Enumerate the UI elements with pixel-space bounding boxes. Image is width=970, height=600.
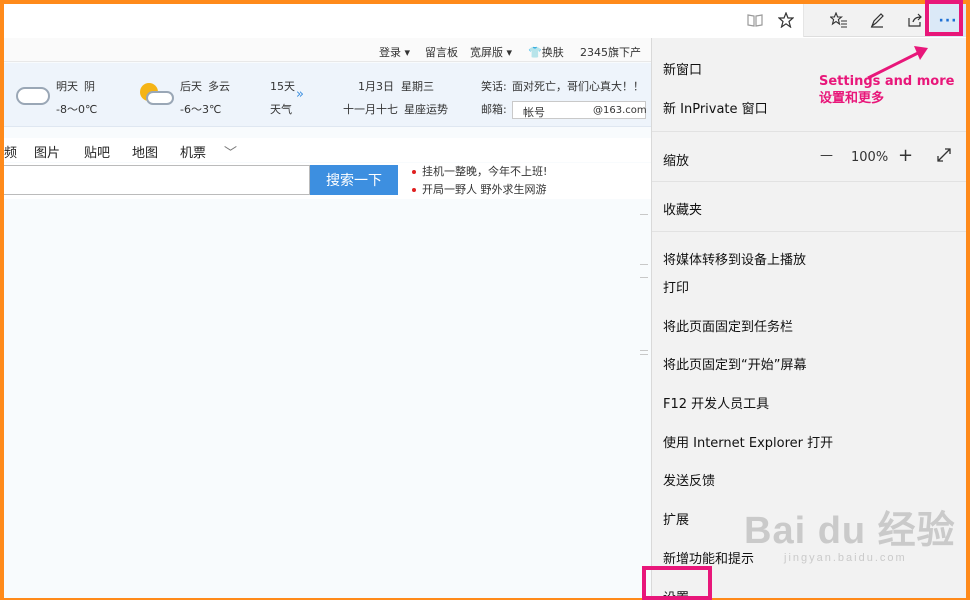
chevron-down-icon[interactable]: ﹀ <box>224 142 237 161</box>
day2-condition: 多云 <box>208 80 230 93</box>
address-bar[interactable] <box>4 4 804 37</box>
search-input[interactable] <box>4 165 310 195</box>
weekday: 星期三 <box>401 80 434 93</box>
search-category-nav: 频 图片 贴吧 地图 机票 ﹀ <box>4 138 651 162</box>
web-page: 登录 ▾ 留言板 宽屏版 ▾ 👕换肤 2345旗下产品 明天 阴 -8～0℃ 后… <box>4 38 651 598</box>
annotation-label: Settings and more 设置和更多 <box>819 74 955 106</box>
fullscreen-icon[interactable] <box>936 147 952 167</box>
search-button[interactable]: 搜索一下 <box>310 165 398 195</box>
tab-partial[interactable]: 频 <box>4 142 17 161</box>
day1-temp: -8～0℃ <box>56 103 98 116</box>
menu-item-print[interactable]: 打印 <box>663 277 689 296</box>
partly-cloudy-icon <box>146 91 174 105</box>
book-icon[interactable] <box>744 9 766 31</box>
menu-item-favorites[interactable]: 收藏夹 <box>663 199 702 218</box>
zoom-label: 缩放 <box>663 154 690 169</box>
hot-link-2[interactable]: 开局一野人 野外求生网游 <box>412 181 547 197</box>
share-icon[interactable] <box>904 9 926 31</box>
tab-tieba[interactable]: 贴吧 <box>84 142 110 161</box>
mail-account-field[interactable]: 帐号 @163.com <box>512 101 647 119</box>
tab-tickets[interactable]: 机票 <box>180 142 206 161</box>
search-row: 搜索一下 挂机一整晚，今年不上班! 开局一野人 野外求生网游 <box>4 163 651 199</box>
zoom-value: 100% <box>851 150 889 165</box>
forecast-days[interactable]: 15天 <box>270 78 295 94</box>
widescreen-link[interactable]: 宽屏版 ▾ <box>470 44 512 60</box>
zoom-out-button[interactable]: — <box>820 148 833 163</box>
tab-map[interactable]: 地图 <box>132 142 158 161</box>
horoscope-link[interactable]: 星座运势 <box>404 101 448 117</box>
hot-link-1[interactable]: 挂机一整晚，今年不上班! <box>412 163 547 179</box>
day2-temp: -6～3℃ <box>180 103 222 116</box>
day2-label: 后天 <box>180 80 202 93</box>
zoom-in-button[interactable]: + <box>898 145 913 166</box>
settings-item-highlight <box>642 566 712 600</box>
joke-link[interactable]: 面对死亡，哥们心真大！！ <box>512 78 644 94</box>
menu-item-cast[interactable]: 将媒体转移到设备上播放 <box>663 249 806 268</box>
menu-item-devtools[interactable]: F12 开发人员工具 <box>663 393 769 412</box>
double-chevron-icon[interactable]: » <box>296 87 304 102</box>
menu-item-feedback[interactable]: 发送反馈 <box>663 470 715 489</box>
favorites-list-icon[interactable] <box>828 9 850 31</box>
cloud-icon <box>16 87 50 105</box>
joke-label: 笑话: <box>481 80 507 93</box>
day1-label: 明天 <box>56 80 78 93</box>
star-icon[interactable] <box>775 9 797 31</box>
menu-item-whats-new[interactable]: 新增功能和提示 <box>663 548 754 567</box>
pen-icon[interactable] <box>866 9 888 31</box>
lunar-date: 十一月十七 <box>343 103 398 116</box>
menu-item-extensions[interactable]: 扩展 <box>663 509 689 528</box>
menu-item-pin-start[interactable]: 将此页固定到“开始”屏幕 <box>663 354 806 373</box>
guestbook-link[interactable]: 留言板 <box>425 44 458 60</box>
site-topbar: 登录 ▾ 留言板 宽屏版 ▾ 👕换肤 2345旗下产品 <box>4 38 651 75</box>
menu-item-pin-taskbar[interactable]: 将此页面固定到任务栏 <box>663 316 793 335</box>
baidu-jingyan-watermark: Bai du 经验 jingyan.baidu.com <box>744 510 956 564</box>
tab-images[interactable]: 图片 <box>34 142 60 161</box>
day1-condition: 阴 <box>84 80 95 93</box>
date: 1月3日 <box>358 80 394 93</box>
browser-window: ··· 登录 ▾ 留言板 宽屏版 ▾ 👕换肤 2345旗下产品 明天 阴 -8～… <box>4 4 966 598</box>
browser-toolbar: ··· <box>4 4 966 37</box>
mail-label: 邮箱: <box>481 103 507 116</box>
skin-link[interactable]: 👕换肤 <box>528 44 564 60</box>
menu-item-new-window[interactable]: 新窗口 <box>663 59 702 78</box>
forecast-label[interactable]: 天气 <box>270 101 292 117</box>
shirt-icon: 👕 <box>528 46 542 59</box>
login-link[interactable]: 登录 ▾ <box>379 44 410 60</box>
menu-item-new-inprivate[interactable]: 新 InPrivate 窗口 <box>663 98 768 117</box>
menu-item-open-ie[interactable]: 使用 Internet Explorer 打开 <box>663 432 833 451</box>
more-button-highlight <box>925 0 963 36</box>
